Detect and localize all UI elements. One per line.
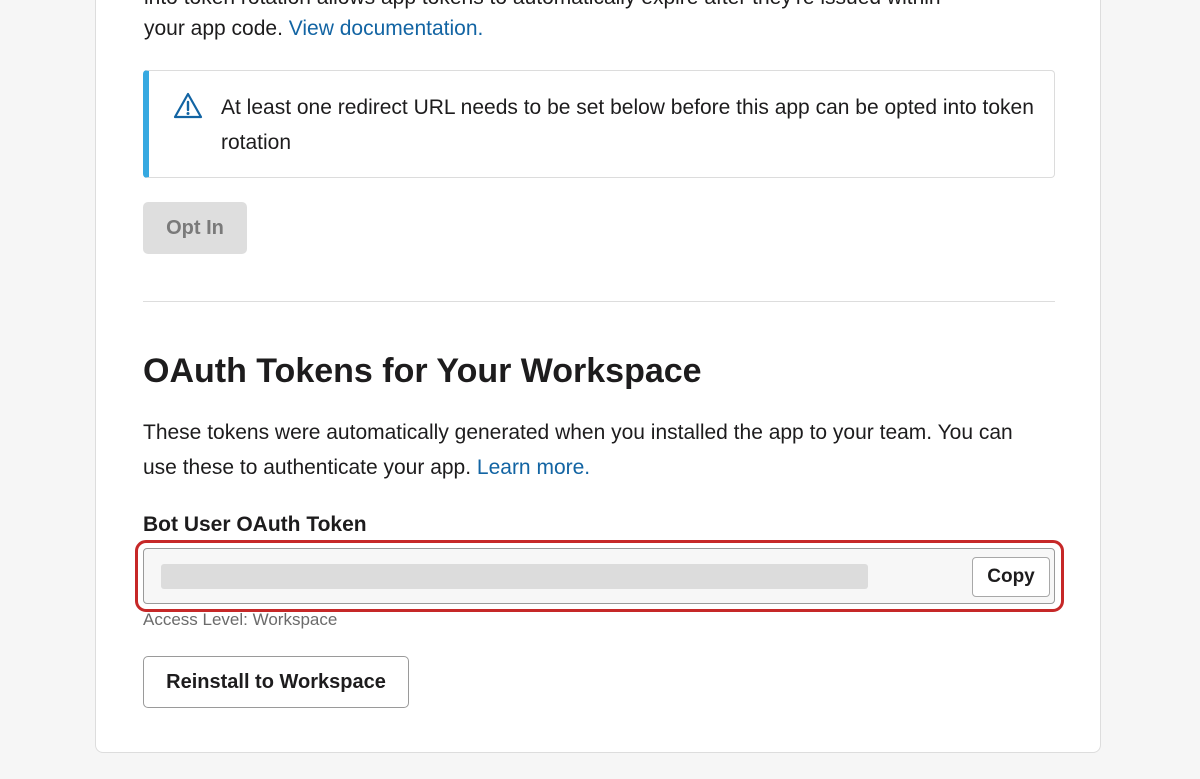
section-divider (143, 301, 1055, 302)
warning-triangle-icon (173, 92, 203, 119)
token-rotation-description: your app code. View documentation. (144, 15, 483, 43)
opt-in-button[interactable]: Opt In (143, 202, 247, 254)
bot-token-label: Bot User OAuth Token (143, 513, 367, 536)
bot-token-field[interactable]: Copy (143, 548, 1055, 604)
settings-card: into token rotation allows app tokens to… (95, 0, 1101, 753)
learn-more-link[interactable]: Learn more. (477, 456, 590, 479)
copy-token-button[interactable]: Copy (972, 557, 1050, 597)
token-rotation-description-cut: into token rotation allows app tokens to… (144, 0, 941, 10)
callout-message: At least one redirect URL needs to be se… (221, 96, 1034, 154)
access-level-text: Access Level: Workspace (143, 610, 338, 629)
oauth-description: These tokens were automatically generate… (143, 415, 1043, 485)
view-documentation-link[interactable]: View documentation. (289, 17, 484, 40)
section-title: OAuth Tokens for Your Workspace (143, 352, 702, 390)
reinstall-to-workspace-button[interactable]: Reinstall to Workspace (143, 656, 409, 708)
token-value-redacted (161, 564, 868, 589)
redirect-url-warning-callout: At least one redirect URL needs to be se… (143, 70, 1055, 178)
token-rotation-description-text: your app code. (144, 17, 289, 40)
